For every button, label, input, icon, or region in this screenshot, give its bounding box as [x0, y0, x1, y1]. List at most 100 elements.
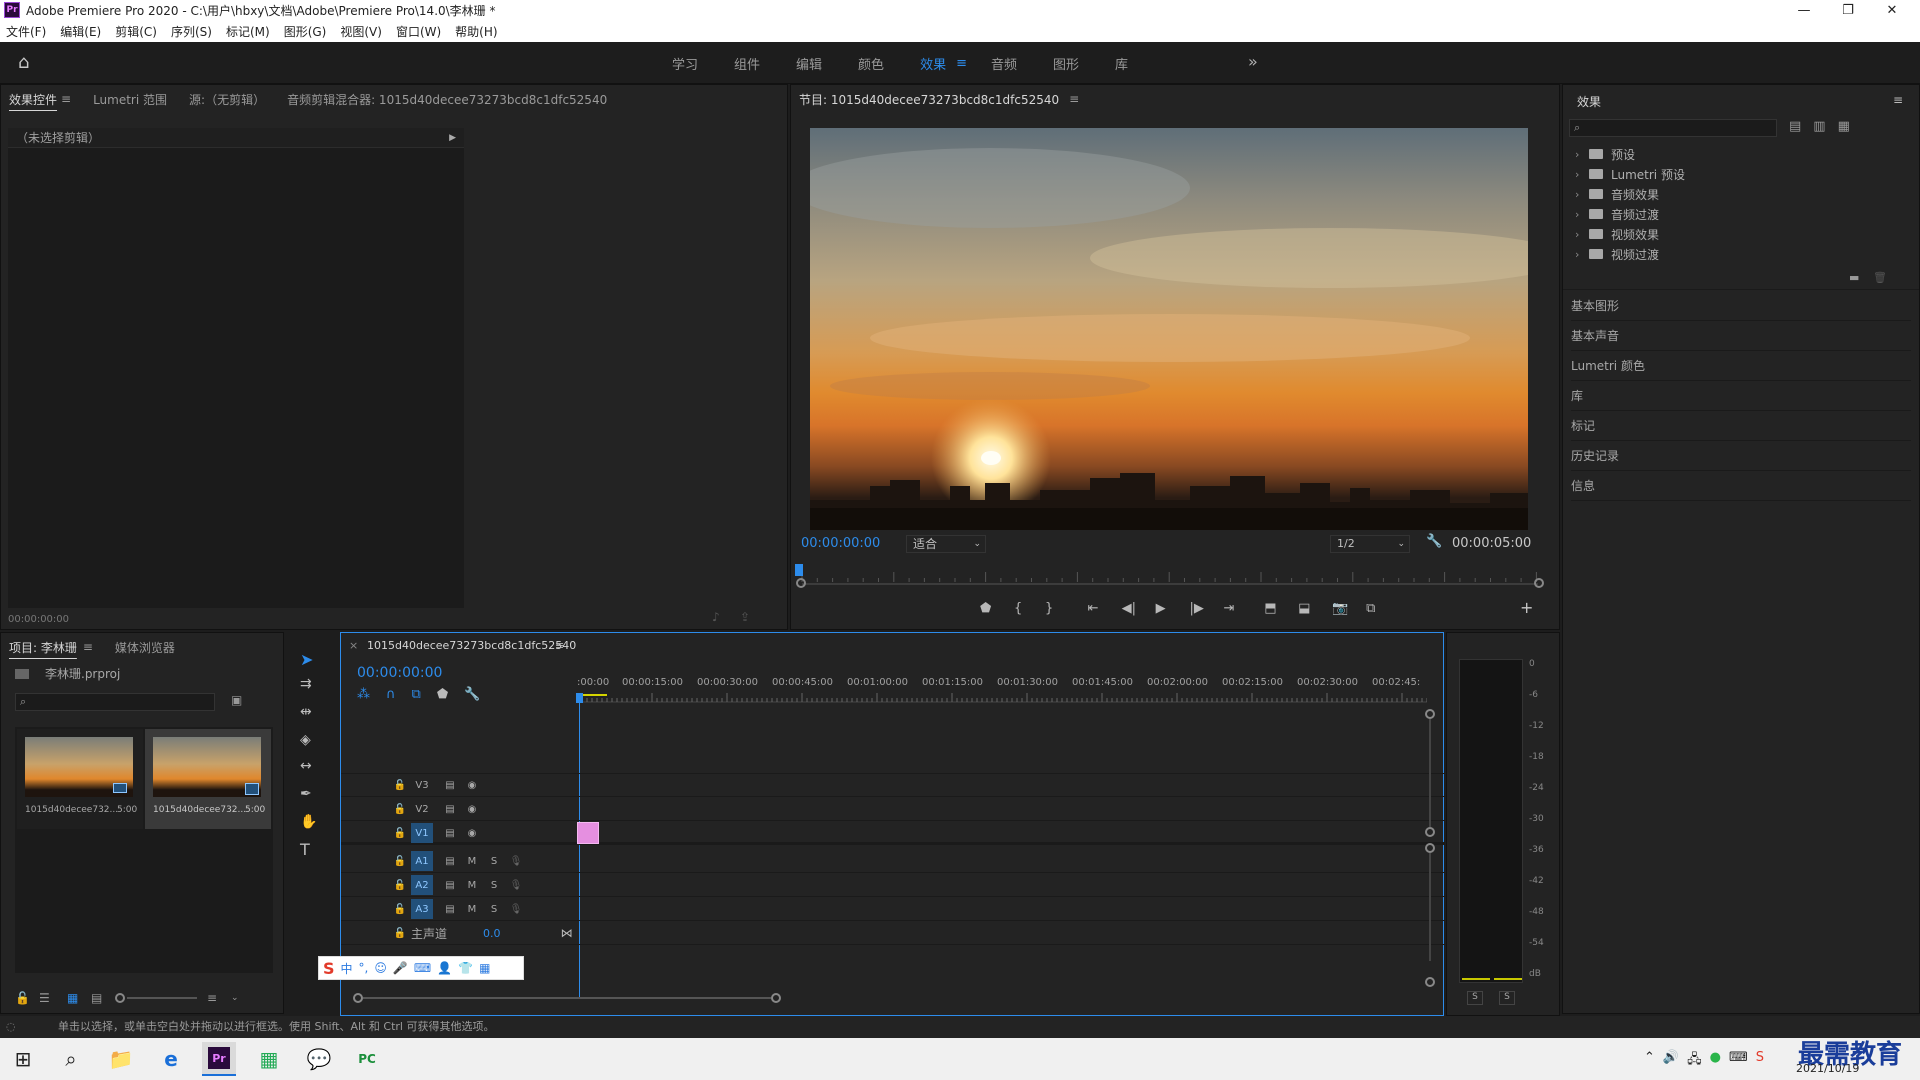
track-lock-icon[interactable]: 🔓: [389, 823, 411, 843]
resolution-dropdown[interactable]: 1/2 ⌄: [1330, 535, 1410, 553]
ime-user-icon[interactable]: 👤: [437, 961, 452, 975]
vscroll-handle-audio[interactable]: [1425, 843, 1435, 853]
export-frame-icon[interactable]: 📷: [1332, 601, 1366, 616]
go-to-out-icon[interactable]: ⇥: [1223, 601, 1264, 616]
snap-icon[interactable]: ∩: [386, 687, 396, 702]
tray-sogou-icon[interactable]: S: [1756, 1050, 1764, 1072]
tab-audio-clip-mixer[interactable]: 音频剪辑混合器: 1015d40decee73273bcd8c1dfc52540: [287, 91, 607, 108]
ripple-edit-tool-icon[interactable]: ⇹: [300, 704, 312, 720]
play-icon[interactable]: ▶: [1156, 601, 1190, 616]
pycharm-icon[interactable]: PC: [350, 1042, 384, 1076]
menu-view[interactable]: 视图(V): [340, 23, 382, 40]
ime-keyboard-icon[interactable]: ⌨: [414, 961, 431, 975]
accelerated-effects-icon[interactable]: ▤: [1789, 119, 1801, 134]
workspace-learn[interactable]: 学习: [672, 54, 698, 73]
sync-lock-icon[interactable]: ▤: [439, 875, 461, 895]
yuv-effects-icon[interactable]: ▦: [1838, 119, 1850, 134]
section-libraries[interactable]: 库: [1571, 381, 1911, 411]
menu-help[interactable]: 帮助(H): [455, 23, 497, 40]
section-history[interactable]: 历史记录: [1571, 441, 1911, 471]
extract-icon[interactable]: ⬓: [1298, 601, 1332, 616]
tab-lumetri-scopes[interactable]: Lumetri 范围: [93, 91, 167, 108]
windows-start-icon[interactable]: ⊞: [6, 1042, 40, 1076]
effects-tree-item-presets[interactable]: › 预设: [1575, 145, 1635, 163]
meter-solo-left[interactable]: S: [1467, 991, 1483, 1005]
zoom-end-handle[interactable]: [1534, 578, 1544, 588]
go-to-end-icon[interactable]: ⋈: [561, 926, 573, 940]
track-label[interactable]: V1: [411, 823, 433, 843]
pen-tool-icon[interactable]: ✒: [300, 786, 312, 802]
edge-icon[interactable]: e: [154, 1042, 188, 1076]
selection-tool-icon[interactable]: ➤: [300, 650, 313, 669]
freeform-view-icon[interactable]: ▤: [91, 991, 115, 1005]
delete-custom-items-icon[interactable]: 🗑: [1873, 271, 1887, 284]
mic-icon[interactable]: 🎙: [505, 851, 527, 871]
mic-icon[interactable]: 🎙: [505, 899, 527, 919]
video-clip[interactable]: [577, 822, 599, 844]
vscroll-handle-top[interactable]: [1425, 709, 1435, 719]
program-playhead[interactable]: [795, 564, 803, 576]
section-markers[interactable]: 标记: [1571, 411, 1911, 441]
close-button[interactable]: ✕: [1870, 0, 1914, 20]
ime-voice-icon[interactable]: 🎤: [393, 961, 408, 975]
track-label[interactable]: V3: [411, 775, 433, 795]
meter-solo-right[interactable]: S: [1499, 991, 1515, 1005]
new-bin-icon[interactable]: ▣: [231, 693, 242, 707]
track-lock-icon[interactable]: 🔓: [389, 875, 411, 895]
razor-tool-icon[interactable]: ◈: [300, 732, 311, 748]
tray-chevron-icon[interactable]: ⌃: [1644, 1050, 1655, 1072]
workspace-graphics[interactable]: 图形: [1053, 54, 1079, 73]
nest-icon[interactable]: ⁂: [357, 687, 370, 702]
ime-skin-icon[interactable]: 👕: [458, 961, 473, 975]
sort-chevron-icon[interactable]: ⌄: [231, 993, 245, 1003]
track-label[interactable]: A3: [411, 899, 433, 919]
mute-button[interactable]: M: [461, 899, 483, 919]
sync-lock-icon[interactable]: ▤: [439, 823, 461, 843]
wrench-icon[interactable]: 🔧: [1426, 534, 1442, 549]
ime-chinese-icon[interactable]: 中: [341, 960, 353, 977]
section-info[interactable]: 信息: [1571, 471, 1911, 501]
menu-window[interactable]: 窗口(W): [396, 23, 441, 40]
sync-lock-icon[interactable]: ▤: [439, 799, 461, 819]
timeline-playhead-head[interactable]: [576, 693, 583, 703]
mute-button[interactable]: M: [461, 875, 483, 895]
step-forward-icon[interactable]: |▶: [1190, 601, 1224, 616]
master-volume-value[interactable]: 0.0: [483, 927, 501, 940]
timeline-settings-icon[interactable]: 🔧: [464, 687, 480, 702]
sync-lock-icon[interactable]: ▤: [439, 899, 461, 919]
slip-tool-icon[interactable]: ↔: [300, 758, 312, 774]
sync-lock-icon[interactable]: ▤: [439, 851, 461, 871]
minimize-button[interactable]: —: [1782, 0, 1826, 20]
sort-icon[interactable]: ≡: [207, 991, 231, 1005]
type-tool-icon[interactable]: T: [300, 840, 310, 859]
hscroll-track[interactable]: [363, 997, 771, 999]
step-back-icon[interactable]: ◀|: [1122, 601, 1156, 616]
menu-file[interactable]: 文件(F): [6, 23, 46, 40]
program-timecode[interactable]: 00:00:00:00: [801, 536, 880, 551]
go-to-in-icon[interactable]: ⇤: [1088, 601, 1122, 616]
zoom-slider-track[interactable]: [127, 997, 197, 999]
track-label[interactable]: A2: [411, 875, 433, 895]
ime-toolbox-icon[interactable]: ▦: [479, 961, 490, 975]
tray-input-icon[interactable]: ⌨: [1729, 1050, 1748, 1072]
32bit-effects-icon[interactable]: ▥: [1813, 119, 1825, 134]
lift-icon[interactable]: ⬒: [1264, 601, 1298, 616]
solo-button[interactable]: S: [483, 851, 505, 871]
zoom-start-handle[interactable]: [796, 578, 806, 588]
effects-tree-item-video-transitions[interactable]: › 视频过渡: [1575, 245, 1659, 263]
photos-icon[interactable]: ▦: [252, 1042, 286, 1076]
icon-view-icon[interactable]: ▦: [67, 991, 91, 1005]
eye-icon[interactable]: ◉: [461, 823, 483, 843]
solo-button[interactable]: S: [483, 875, 505, 895]
effects-tree-item-video-effects[interactable]: › 视频效果: [1575, 225, 1659, 243]
track-label[interactable]: V2: [411, 799, 433, 819]
menu-sequence[interactable]: 序列(S): [171, 23, 212, 40]
section-essential-sound[interactable]: 基本声音: [1571, 321, 1911, 351]
file-explorer-icon[interactable]: 📁: [104, 1042, 138, 1076]
linked-selection-icon[interactable]: ⧉: [412, 687, 421, 702]
track-lock-icon[interactable]: 🔓: [389, 799, 411, 819]
tab-program[interactable]: 节目: 1015d40decee73273bcd8c1dfc52540: [799, 91, 1059, 108]
sogou-logo-icon[interactable]: S: [323, 959, 335, 978]
hscroll-handle-left[interactable]: [353, 993, 363, 1003]
fit-dropdown[interactable]: 适合 ⌄: [906, 535, 986, 553]
